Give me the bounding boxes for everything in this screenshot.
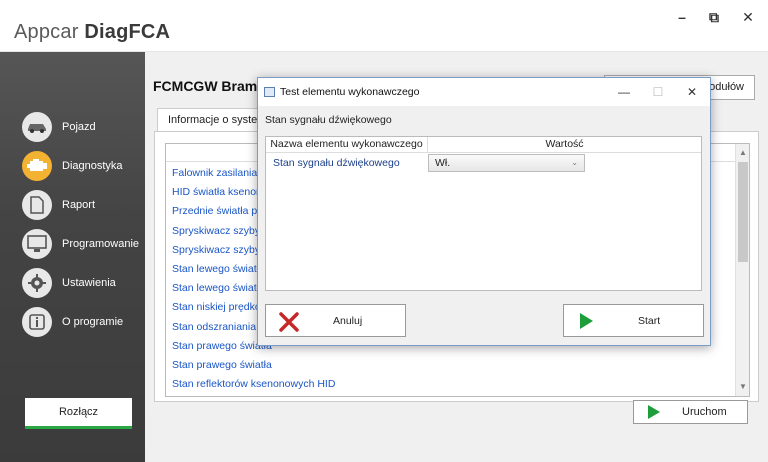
monitor-icon xyxy=(22,229,52,259)
scroll-thumb[interactable] xyxy=(738,162,748,262)
app-title-bold: DiagFCA xyxy=(84,21,171,43)
module-title: FCMCGW Bramk xyxy=(153,78,266,94)
dialog-subtitle: Stan sygnału dźwiękowego xyxy=(265,114,392,126)
column-header-value: Wartość xyxy=(428,137,701,153)
sidebar-item-label: Diagnostyka xyxy=(62,160,123,172)
car-icon xyxy=(22,112,52,142)
dialog-close-button[interactable]: ✕ xyxy=(678,82,706,102)
start-button[interactable]: Start xyxy=(563,304,704,337)
dialog-maximize-button: ☐ xyxy=(652,85,664,99)
minimize-button[interactable]: – xyxy=(671,6,693,28)
app-header: Appcar DiagFCA – ⧉ ✕ xyxy=(0,0,768,52)
sidebar-item-pojazd[interactable]: Pojazd xyxy=(0,110,145,144)
gear-icon xyxy=(22,268,52,298)
run-button[interactable]: Uruchom xyxy=(633,400,748,424)
dialog-body: Stan sygnału dźwiękowego Nazwa elementu … xyxy=(258,106,710,345)
run-button-label: Uruchom xyxy=(682,406,727,418)
app-title: Appcar DiagFCA xyxy=(14,21,170,44)
actuator-table: Nazwa elementu wykonawczego Wartość Stan… xyxy=(265,136,702,291)
sidebar-item-label: Raport xyxy=(62,199,96,211)
document-icon xyxy=(22,190,52,220)
actuator-test-dialog: Test elementu wykonawczego — ☐ ✕ Stan sy… xyxy=(257,77,711,346)
window-icon xyxy=(264,87,275,97)
actuator-value-select[interactable]: Wł. ⌄ xyxy=(428,154,585,172)
dialog-title: Test elementu wykonawczego xyxy=(280,86,420,98)
play-icon xyxy=(648,405,660,419)
engine-icon xyxy=(22,151,52,181)
close-button[interactable]: ✕ xyxy=(737,6,759,28)
sidebar-item-label: Programowanie xyxy=(62,238,140,250)
sidebar-item-ustawienia[interactable]: Ustawienia xyxy=(0,266,145,300)
sidebar-item-diagnostyka[interactable]: Diagnostyka xyxy=(0,149,145,183)
play-icon xyxy=(580,313,593,329)
chevron-up-icon[interactable]: ▲ xyxy=(736,146,749,160)
sidebar: Pojazd Diagnostyka Raport Programowanie … xyxy=(0,52,145,462)
list-item[interactable]: Stan prawego światła xyxy=(166,356,736,375)
column-header-name: Nazwa elementu wykonawczego xyxy=(266,137,428,153)
x-cancel-icon xyxy=(279,312,299,332)
disconnect-button[interactable]: Rozłącz xyxy=(25,398,132,429)
actuator-name-cell: Stan sygnału dźwiękowego xyxy=(273,157,400,169)
chevron-down-icon: ⌄ xyxy=(571,158,578,167)
chevron-down-icon[interactable]: ▼ xyxy=(736,380,749,394)
dialog-minimize-button[interactable]: — xyxy=(610,82,638,102)
list-item[interactable]: Stan spryskiwacza reflektorów xyxy=(166,394,736,396)
sidebar-item-label: Ustawienia xyxy=(62,277,116,289)
app-title-light: Appcar xyxy=(14,21,79,43)
sidebar-item-raport[interactable]: Raport xyxy=(0,188,145,222)
maximize-button[interactable]: ⧉ xyxy=(703,6,725,28)
sidebar-item-label: Pojazd xyxy=(62,121,96,133)
start-button-label: Start xyxy=(638,315,661,327)
sidebar-item-programowanie[interactable]: Programowanie xyxy=(0,227,145,261)
dialog-titlebar: Test elementu wykonawczego — ☐ ✕ xyxy=(258,78,710,106)
info-icon xyxy=(22,307,52,337)
sidebar-item-o-programie[interactable]: O programie xyxy=(0,305,145,339)
list-scrollbar[interactable]: ▲ ▼ xyxy=(735,144,749,396)
list-item[interactable]: Stan reflektorów ksenonowych HID xyxy=(166,375,736,394)
tab-system-info[interactable]: Informacje o systemie xyxy=(157,108,267,132)
cancel-button-label: Anuluj xyxy=(333,315,363,327)
select-value: Wł. xyxy=(435,157,451,169)
sidebar-item-label: O programie xyxy=(62,316,124,328)
cancel-button[interactable]: Anuluj xyxy=(265,304,406,337)
